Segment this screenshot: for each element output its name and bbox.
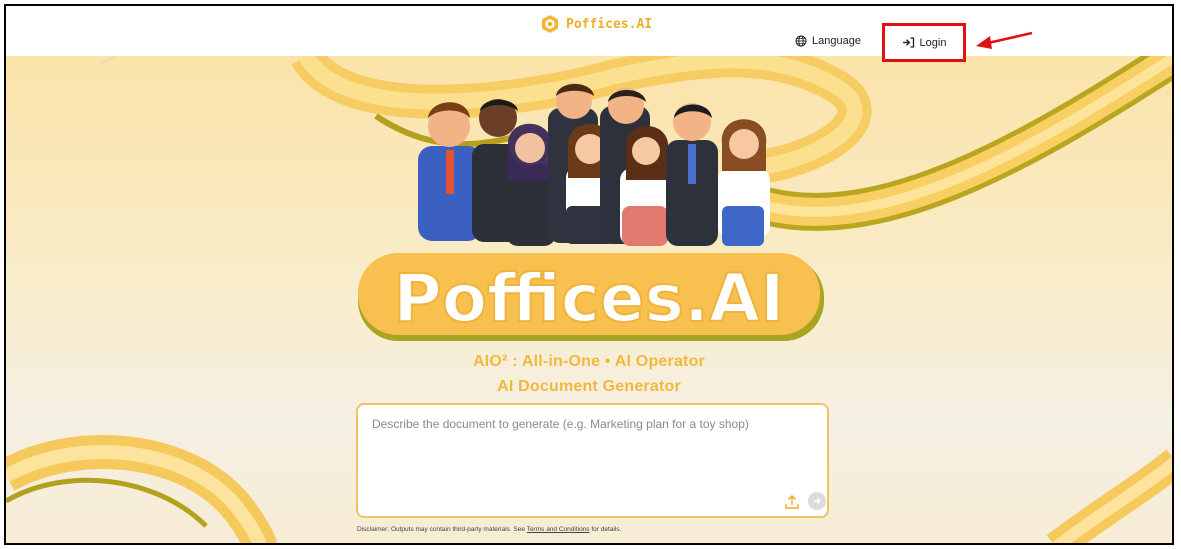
login-button[interactable]: Login	[882, 23, 966, 62]
globe-icon	[795, 35, 807, 47]
hero-section: Poffices.AI AIO² : All-in-One • AI Opera…	[6, 56, 1172, 543]
terms-link[interactable]: Terms and Conditions	[527, 526, 590, 533]
prompt-container	[356, 403, 829, 518]
poffices-logo-icon	[542, 15, 558, 33]
upload-icon[interactable]	[784, 494, 800, 510]
hero-subtitle-2: AI Document Generator	[497, 378, 681, 395]
brand[interactable]: Poffices.AI	[540, 14, 652, 34]
disclaimer: Disclaimer: Outputs may contain third-pa…	[357, 526, 621, 533]
disclaimer-suffix: for details.	[591, 526, 622, 533]
person-9	[718, 119, 770, 246]
login-arrow-icon	[902, 37, 914, 48]
send-arrow-icon	[814, 497, 822, 505]
person-7	[620, 126, 670, 246]
person-8	[666, 103, 718, 246]
hero-subtitle-1: AIO² : All-in-One • AI Operator	[473, 353, 705, 370]
prompt-input[interactable]	[370, 415, 815, 479]
language-label: Language	[812, 35, 861, 47]
language-button[interactable]: Language	[795, 35, 861, 47]
red-arrow-icon	[976, 31, 1033, 49]
send-button[interactable]	[808, 492, 826, 510]
brand-name: Poffices.AI	[566, 16, 653, 32]
login-label: Login	[919, 36, 947, 49]
hero-title-graphic: Poffices.AI	[358, 253, 824, 341]
browser-frame: Poffices.AI Language Login Poffices.AI A…	[4, 4, 1174, 545]
disclaimer-prefix: Disclaimer: Outputs may contain third-pa…	[357, 526, 525, 533]
hero-title: Poffices.AI	[393, 260, 784, 337]
top-navigation-bar: Poffices.AI Language Login	[6, 6, 1172, 62]
